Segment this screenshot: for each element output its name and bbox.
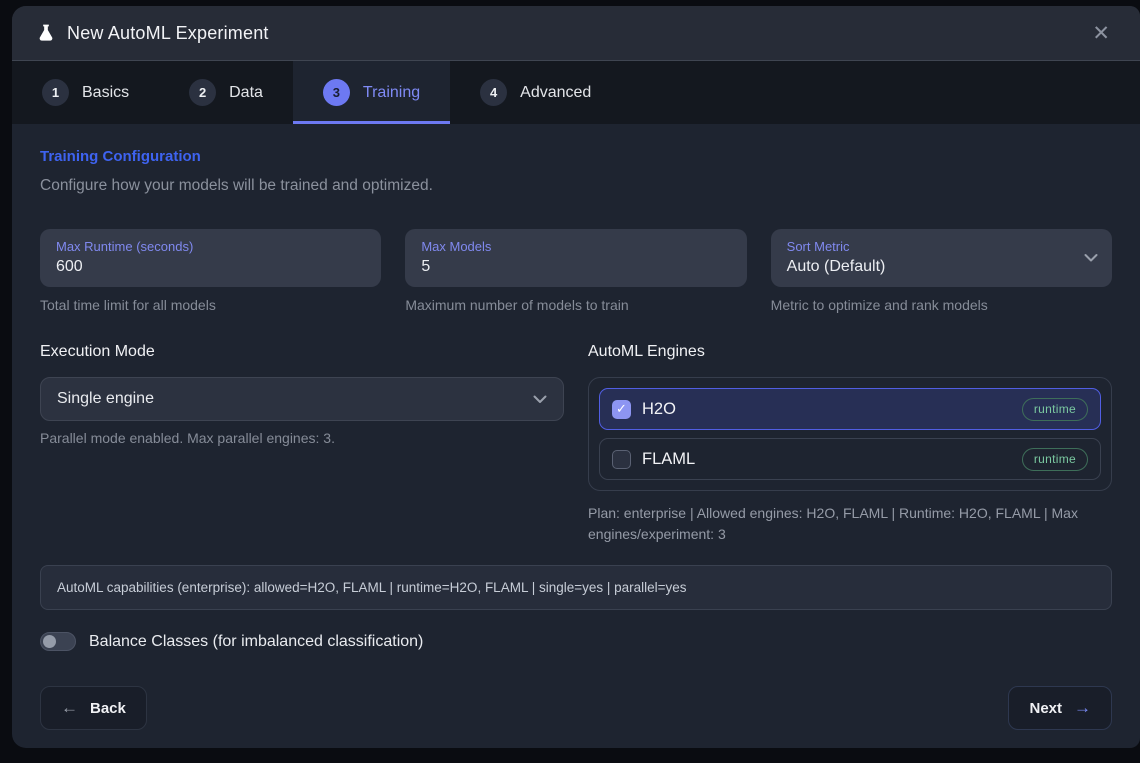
tab-training[interactable]: 3 Training [293, 61, 450, 124]
arrow-right-icon: → [1074, 698, 1091, 718]
field-label: Max Runtime (seconds) [56, 239, 365, 254]
tab-label: Training [363, 84, 420, 102]
max-models-field[interactable]: Max Models 5 [405, 229, 746, 287]
engines-list: ✓ H2O runtime FLAML runtime [588, 377, 1112, 491]
modal-header: New AutoML Experiment ✕ [12, 6, 1140, 61]
execution-mode-select[interactable]: Single engine [40, 377, 564, 421]
chevron-down-icon [1084, 254, 1098, 263]
balance-classes-toggle[interactable] [40, 632, 76, 651]
flask-icon [36, 23, 56, 43]
field-label: Sort Metric [787, 239, 1096, 254]
execution-mode-group: Execution Mode Single engine Parallel mo… [40, 343, 564, 545]
runtime-badge: runtime [1022, 448, 1088, 471]
section-subheading: Configure how your models will be traine… [40, 177, 1112, 195]
step-number-badge: 1 [42, 79, 69, 106]
step-number-badge: 2 [189, 79, 216, 106]
tab-data[interactable]: 2 Data [159, 61, 293, 124]
next-button[interactable]: Next → [1008, 686, 1112, 730]
modal-footer: ← Back Next → [40, 686, 1112, 730]
step-number-badge: 4 [480, 79, 507, 106]
max-runtime-field[interactable]: Max Runtime (seconds) 600 [40, 229, 381, 287]
back-button-label: Back [90, 700, 126, 717]
tab-label: Basics [82, 84, 129, 102]
execution-mode-label: Execution Mode [40, 343, 564, 361]
arrow-left-icon: ← [61, 698, 78, 718]
step-tabbar: 1 Basics 2 Data 3 Training 4 Advanced [12, 61, 1140, 124]
plan-note: Plan: enterprise | Allowed engines: H2O,… [588, 503, 1112, 545]
capabilities-note: AutoML capabilities (enterprise): allowe… [40, 565, 1112, 610]
training-panel: Training Configuration Configure how you… [12, 124, 1140, 748]
engine-name: FLAML [642, 450, 695, 469]
max-runtime-group: Max Runtime (seconds) 600 Total time lim… [40, 229, 381, 313]
tab-label: Advanced [520, 84, 591, 102]
balance-classes-row: Balance Classes (for imbalanced classifi… [40, 632, 1112, 651]
step-number-badge: 3 [323, 79, 350, 106]
tab-label: Data [229, 84, 263, 102]
runtime-badge: runtime [1022, 398, 1088, 421]
sort-metric-group: Sort Metric Auto (Default) Metric to opt… [771, 229, 1112, 313]
engine-row-h2o[interactable]: ✓ H2O runtime [599, 388, 1101, 430]
field-value: Auto (Default) [787, 258, 1096, 276]
automl-engines-group: AutoML Engines ✓ H2O runtime FLAML runti… [588, 343, 1112, 545]
max-models-group: Max Models 5 Maximum number of models to… [405, 229, 746, 313]
field-value: 600 [56, 258, 365, 276]
back-button[interactable]: ← Back [40, 686, 147, 730]
engine-row-flaml[interactable]: FLAML runtime [599, 438, 1101, 480]
sort-metric-select[interactable]: Sort Metric Auto (Default) [771, 229, 1112, 287]
balance-classes-label: Balance Classes (for imbalanced classifi… [89, 633, 423, 651]
engine-name: H2O [642, 400, 676, 419]
numeric-fields-row: Max Runtime (seconds) 600 Total time lim… [40, 229, 1112, 313]
chevron-down-icon [533, 395, 547, 404]
field-help: Total time limit for all models [40, 297, 381, 313]
tab-advanced[interactable]: 4 Advanced [450, 61, 621, 124]
field-label: Max Models [421, 239, 730, 254]
automl-engines-label: AutoML Engines [588, 343, 1112, 361]
next-button-label: Next [1029, 700, 1062, 717]
select-value: Single engine [57, 390, 154, 408]
new-automl-experiment-modal: New AutoML Experiment ✕ 1 Basics 2 Data … [12, 6, 1140, 748]
field-help: Metric to optimize and rank models [771, 297, 1112, 313]
field-help: Maximum number of models to train [405, 297, 746, 313]
modal-title: New AutoML Experiment [67, 23, 269, 44]
close-icon[interactable]: ✕ [1086, 19, 1116, 48]
section-heading: Training Configuration [40, 148, 1112, 165]
field-value: 5 [421, 258, 730, 276]
execution-mode-help: Parallel mode enabled. Max parallel engi… [40, 430, 564, 446]
checkbox-checked-icon[interactable]: ✓ [612, 400, 631, 419]
mode-and-engines-row: Execution Mode Single engine Parallel mo… [40, 343, 1112, 545]
tab-basics[interactable]: 1 Basics [12, 61, 159, 124]
checkbox-unchecked-icon[interactable] [612, 450, 631, 469]
toggle-knob [43, 635, 56, 648]
